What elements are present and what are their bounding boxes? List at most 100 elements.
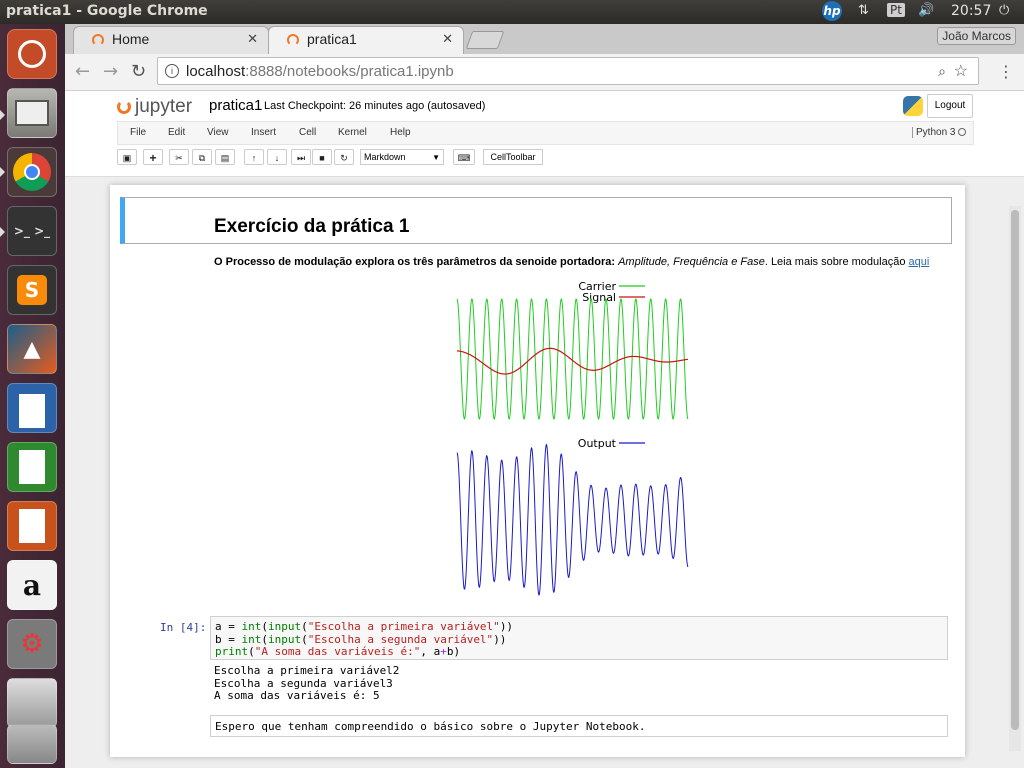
code-token: ( [261,632,268,646]
python-logo-icon [903,96,923,116]
notebook-heading: Exercício da prática 1 [214,216,410,237]
back-arrow-icon[interactable]: ← [75,61,90,82]
libreoffice-calc-icon[interactable] [7,442,57,492]
close-icon[interactable]: ✕ [442,32,453,47]
network-icon[interactable]: ⇅ [858,3,869,18]
trash-icon[interactable] [7,724,57,764]
forward-arrow-icon[interactable]: → [103,61,118,82]
files-icon[interactable] [7,88,57,138]
insert-cell-below-icon[interactable]: + [143,149,163,165]
address-bar[interactable]: i localhost:8888/notebooks/pratica1.ipyn… [157,57,979,85]
clock[interactable]: 20:57 [951,3,991,19]
code-token: a = [215,620,242,633]
raw-cell[interactable]: Espero que tenham compreendido o básico … [210,715,948,737]
tab-label: Home [112,31,150,47]
zoom-icon[interactable]: ⌕ [938,63,946,80]
interrupt-icon[interactable]: ■ [312,149,332,165]
code-token: input [268,632,302,646]
ubuntu-dash-icon[interactable] [7,29,57,79]
code-cell-input[interactable]: a = int(input("Escolha a primeira variáv… [210,616,948,660]
save-icon[interactable]: ▣ [117,149,137,165]
code-token: )) [493,632,507,646]
tab-pratica1[interactable]: pratica1 ✕ [268,26,464,54]
code-token: , a [420,645,441,658]
url-path: :8888/notebooks/pratica1.ipynb [245,63,454,80]
move-down-icon[interactable]: ↓ [267,149,287,165]
code-token: print [215,645,249,658]
info-icon[interactable]: i [165,64,179,78]
keyboard-layout[interactable]: Pt [887,3,905,17]
copy-icon[interactable]: ⧉ [192,149,212,165]
system-settings-icon[interactable]: ⚙ [7,619,57,669]
keyboard-icon[interactable]: ⌨ [453,149,475,165]
restart-icon[interactable]: ↻ [334,149,354,165]
bookmark-star-icon[interactable]: ☆ [954,61,968,81]
paste-icon[interactable]: ▤ [215,149,235,165]
page-scrollbar[interactable] [1009,206,1021,751]
jupyter-header: jupyter pratica1 Last Checkpoint: 26 min… [65,91,1024,177]
libreoffice-impress-icon[interactable] [7,501,57,551]
menu-file[interactable]: File [130,127,146,138]
code-token: "A soma das variáveis é:" [254,645,421,658]
matlab-icon[interactable]: ▲ [7,324,57,374]
code-token: int [241,620,262,633]
output-wave [456,443,689,596]
tab-home[interactable]: Home ✕ [73,26,269,54]
window-title: pratica1 - Google Chrome [6,3,208,19]
run-cell-icon[interactable]: ⏭ [291,149,311,165]
menu-insert[interactable]: Insert [251,127,276,138]
output-line: A soma das variáveis é: 5 [214,689,380,702]
close-icon[interactable]: ✕ [247,32,258,47]
code-token: ( [301,632,308,646]
chrome-menu-icon[interactable]: ⋮ [998,62,1014,81]
intro-paragraph: O Processo de modulação explora os três … [214,256,929,268]
cut-icon[interactable]: ✂ [169,149,189,165]
markdown-cell-selected[interactable]: Exercício da prática 1 [120,197,952,244]
menu-help[interactable]: Help [390,127,411,138]
notebook-menubar: File Edit View Insert Cell Kernel Help P… [117,121,974,145]
tab-strip: Home ✕ pratica1 ✕ João Marcos [65,24,1024,54]
code-token: ( [248,645,255,658]
code-token: ( [301,620,308,633]
code-token: ) [453,645,461,658]
terminal-icon[interactable]: >_ >_ [7,206,57,256]
output-line: Escolha a primeira variável2 [214,664,400,677]
intro-link[interactable]: aqui [909,256,930,268]
power-icon[interactable]: ⏻ [999,3,1009,18]
disk-icon[interactable] [7,678,57,728]
menu-edit[interactable]: Edit [168,127,185,138]
jupyter-logo-text: jupyter [135,96,193,117]
reload-icon[interactable]: ↻ [131,61,146,82]
jupyter-logo[interactable]: jupyter [117,96,192,118]
libreoffice-writer-icon[interactable] [7,383,57,433]
cell-type-value: Markdown [364,152,406,162]
menu-cell[interactable]: Cell [299,127,316,138]
scrollbar-thumb[interactable] [1011,210,1019,730]
code-token: ( [261,620,268,633]
intro-italic: Amplitude, Frequência e Fase [618,256,765,268]
move-up-icon[interactable]: ↑ [244,149,264,165]
code-token: "Escolha a primeira variável" [307,620,500,633]
menu-kernel[interactable]: Kernel [338,127,367,138]
chrome-icon[interactable] [7,147,57,197]
sublime-text-icon[interactable]: S [7,265,57,315]
tab-label: pratica1 [307,31,357,47]
celltoolbar-button[interactable]: CellToolbar [483,149,543,165]
amazon-icon[interactable]: a [7,560,57,610]
notebook-name[interactable]: pratica1 [209,97,262,114]
volume-icon[interactable]: 🔊 [918,3,934,18]
hp-icon[interactable]: hp [822,1,842,21]
cell-type-select[interactable]: Markdown ▼ [360,149,444,165]
menu-view[interactable]: View [207,127,229,138]
profile-button[interactable]: João Marcos [937,27,1016,45]
new-tab-button[interactable] [465,31,505,49]
kernel-idle-indicator-icon [958,128,966,136]
logout-button[interactable]: Logout [927,94,973,118]
code-token: int [241,632,262,646]
kernel-name[interactable]: Python 3 [912,127,955,138]
code-cell-output: Escolha a primeira variável2 Escolha a se… [214,664,400,703]
jupyter-page: jupyter pratica1 Last Checkpoint: 26 min… [65,91,1024,768]
url-host: localhost [186,63,246,80]
jupyter-favicon-icon [287,34,299,46]
legend-signal-label: Signal [582,291,616,304]
